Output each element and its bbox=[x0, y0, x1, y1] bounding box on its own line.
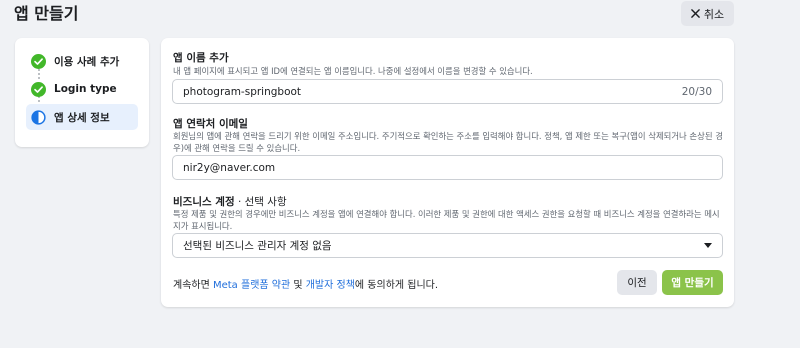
business-account-label-text: 비즈니스 계정 bbox=[173, 196, 235, 208]
business-account-selected: 선택된 비즈니스 관리자 계정 없음 bbox=[183, 240, 332, 252]
meta-terms-link[interactable]: Meta 플랫폼 약관 bbox=[213, 280, 290, 291]
contact-email-value: nir2y@naver.com bbox=[183, 161, 276, 174]
previous-button[interactable]: 이전 bbox=[617, 270, 657, 295]
app-name-value: photogram-springboot bbox=[183, 85, 302, 98]
half-circle-icon bbox=[31, 109, 46, 125]
business-account-description: 특정 제품 및 권한의 경우에만 비즈니스 계정을 앱에 연결해야 합니다. 이… bbox=[173, 209, 720, 231]
contact-email-input[interactable]: nir2y@naver.com bbox=[172, 155, 723, 180]
char-count: 20/30 bbox=[681, 85, 712, 98]
sidebar-step-label: Login type bbox=[54, 83, 117, 95]
check-circle-icon bbox=[31, 53, 46, 69]
app-name-input[interactable]: photogram-springboot 20/30 bbox=[172, 79, 723, 104]
check-circle-icon bbox=[31, 81, 46, 97]
sidebar-step-app-details[interactable]: 앱 상세 정보 bbox=[26, 104, 138, 130]
cancel-button[interactable]: 취소 bbox=[681, 1, 734, 26]
contact-email-label: 앱 연락처 이메일 bbox=[173, 118, 248, 130]
steps-sidebar: 이용 사례 추가 Login type 앱 상세 정보 bbox=[15, 38, 149, 147]
developer-policy-link[interactable]: 개발자 정책 bbox=[306, 280, 355, 291]
terms-and: 및 bbox=[290, 280, 306, 291]
sidebar-step-label: 이용 사례 추가 bbox=[54, 55, 120, 68]
sidebar-step-use-case[interactable]: 이용 사례 추가 bbox=[26, 48, 138, 74]
cancel-label: 취소 bbox=[703, 7, 725, 21]
app-name-label: 앱 이름 추가 bbox=[173, 52, 229, 64]
caret-down-icon bbox=[704, 243, 712, 248]
create-app-button[interactable]: 앱 만들기 bbox=[662, 270, 723, 295]
terms-prefix: 계속하면 bbox=[173, 280, 213, 291]
sidebar-step-label: 앱 상세 정보 bbox=[54, 111, 110, 124]
business-account-select[interactable]: 선택된 비즈니스 관리자 계정 없음 bbox=[172, 233, 723, 258]
close-icon bbox=[691, 9, 700, 18]
terms-text: 계속하면 Meta 플랫폼 약관 및 개발자 정책에 동의하게 됩니다. bbox=[173, 276, 438, 291]
app-name-description: 내 앱 페이지에 표시되고 앱 ID에 연결되는 앱 이름입니다. 나중에 설정… bbox=[173, 66, 533, 76]
page-title: 앱 만들기 bbox=[14, 4, 79, 23]
sidebar-step-login-type[interactable]: Login type bbox=[26, 76, 138, 102]
app-details-card: 앱 이름 추가 내 앱 페이지에 표시되고 앱 ID에 연결되는 앱 이름입니다… bbox=[161, 38, 734, 307]
terms-suffix: 에 동의하게 됩니다. bbox=[354, 280, 439, 291]
optional-tag: · 선택 사항 bbox=[234, 196, 287, 208]
business-account-label: 비즈니스 계정 · 선택 사항 bbox=[173, 194, 287, 209]
contact-email-description: 회원님의 앱에 관해 연락을 드리기 위한 이메일 주소입니다. 주기적으로 확… bbox=[173, 131, 723, 153]
